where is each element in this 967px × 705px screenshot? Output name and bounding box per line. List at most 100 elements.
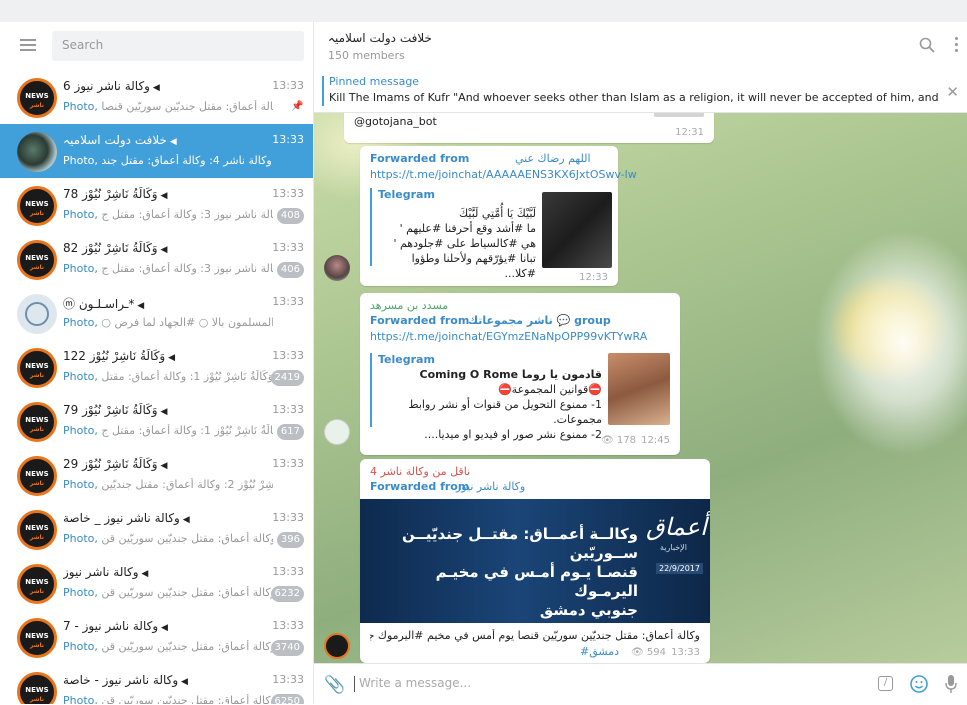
chat-name-text: وَكَالَةُ نَاشِرْ نُيُوْز 78 <box>63 187 158 201</box>
amaq-logo-text: أعماق <box>646 513 707 541</box>
message-input[interactable]: Write a message... <box>354 676 839 692</box>
chat-list-item[interactable]: NEWS ناشر ◀ وَكَالَةُ نَاشِرْ نُيُوْز 29 13… <box>0 448 313 502</box>
chat-preview: Photo, وكالة ناشر نيوز 3: وكالة أعماق: م… <box>63 208 273 224</box>
channel-avatar: NEWS ناشر <box>17 240 57 280</box>
emoji-icon[interactable] <box>909 674 929 694</box>
chat-time: 13:33 <box>272 187 304 200</box>
chat-name: ◀ وكالة ناشر نيوز 6 <box>63 79 273 95</box>
unread-badge: 396 <box>276 532 304 548</box>
chat-name: ◀ *ـراسـلـون ⓜ <box>63 295 273 311</box>
chat-list-item[interactable]: NEWS ناشر ◀ وَكَالَةُ نَاشِرْ نُيُوْز 79 13… <box>0 394 313 448</box>
channel-icon: ◀ <box>157 245 168 255</box>
chat-time: 13:33 <box>272 349 304 362</box>
chat-list-item[interactable]: NEWS ناشر ◀ وَكَالَةُ نَاشِرْ نُيُوْز 78 13… <box>0 178 313 232</box>
forward-source-name[interactable]: ناشر مجموعاتك 💬 group <box>468 314 611 327</box>
channel-avatar: NEWS ناشر <box>17 510 57 550</box>
message-sender[interactable]: ناقل من وكالة ناشر 4 <box>370 465 470 478</box>
chat-preview: Photo, وكالة أعماق: مقتل جنديّين سوريّين… <box>63 694 273 704</box>
bot-command-icon[interactable]: / <box>878 676 893 691</box>
preview-text: قادمون يا روما Coming O Rome ⛔قوانين الم… <box>378 367 602 442</box>
close-icon[interactable]: ✕ <box>946 83 959 101</box>
chat-preview: Photo, وَكَالَةُ نَاشِرْ نُيُوْز 1: وكال… <box>63 370 273 386</box>
headline-line: قنصـا يـوم أمـس في مخيـم اليرمـوك <box>435 563 638 600</box>
chat-name: ◀ خلافت دولت اسلامیہ <box>63 133 273 149</box>
chat-name-text: وَكَالَةُ نَاشِرْ نُيُوْز 122 <box>63 349 166 363</box>
chat-list-item[interactable]: NEWS ناشر ◀ وَكَالَةُ نَاشِرْ نُيُوْز 122 1… <box>0 340 313 394</box>
link-preview[interactable]: Telegram لَبَّيْكَ يَا أُمَّتِي لَبَّيْك… <box>370 188 612 280</box>
chat-name: ◀ وَكَالَةُ نَاشِرْ نُيُوْز 82 <box>63 241 273 257</box>
chat-name-text: وكالة ناشر نيوز <box>63 565 139 579</box>
channel-avatar <box>17 132 57 172</box>
forward-source-name[interactable]: اللهم رضاك عني <box>515 152 591 165</box>
chat-list-item[interactable]: NEWS ناشر ◀ وَكَالَةُ نَاشِرْ نُيُوْز 82 13… <box>0 232 313 286</box>
chat-preview: Photo, وكالة ناشر نيوز 3: وكالة أعماق: م… <box>63 262 273 278</box>
unread-badge: 6232 <box>270 586 304 602</box>
link-preview[interactable]: Telegram قادمون يا روما Coming O Rome ⛔ق… <box>370 353 672 441</box>
pinned-message-bar[interactable]: Pinned message Kill The Imams of Kufr "A… <box>314 70 967 113</box>
news-image[interactable]: أعماق الإخبارية 22/9/2017 وكالــة أعمــا… <box>360 499 710 623</box>
message-sender[interactable]: مسدد بن مسرهد <box>370 299 448 312</box>
view-count: 👁 178 <box>601 435 636 446</box>
chat-list-item[interactable]: NEWSناشر◀ وكالة ناشر نيوز13:33Photo, وكا… <box>0 556 313 610</box>
invite-link[interactable]: https://t.me/joinchat/AAAAAENS3KX6JxtOSw… <box>370 168 637 181</box>
channel-avatar: NEWS ناشر <box>17 348 57 388</box>
chat-preview: Photo, وَكَالَةُ نَاشِرْ نُيُوْز 2: وكال… <box>63 478 273 494</box>
pin-icon: 📌 <box>291 101 304 112</box>
chat-time: 13:33 <box>272 619 304 632</box>
microphone-icon[interactable] <box>945 674 957 694</box>
preview-sender: Photo, <box>63 586 98 599</box>
forwarded-from-label: Forwarded from <box>370 314 470 327</box>
more-options-icon[interactable] <box>953 37 959 55</box>
chat-list-item[interactable]: ◀ خلافت دولت اسلامیہ13:33Photo, ناقل من … <box>0 124 313 178</box>
search-input[interactable]: Search <box>52 31 304 61</box>
message-time: 12:33 <box>579 272 608 283</box>
invite-link[interactable]: https://t.me/joinchat/EGYmzENaNpOPP99vKT… <box>370 330 647 343</box>
chat-name-text: *ـراسـلـون ⓜ <box>63 297 135 311</box>
chat-time: 13:33 <box>272 79 304 92</box>
attach-icon[interactable]: 📎 <box>324 675 345 695</box>
chat-list-item[interactable]: NEWSناشر◀ وكالة ناشر نيوز 613:33Photo, و… <box>0 70 313 124</box>
preview-image <box>608 353 670 425</box>
chat-name: ◀ وَكَالَةُ نَاشِرْ نُيُوْز 78 <box>63 187 273 203</box>
unread-badge: 2419 <box>270 370 304 386</box>
channel-icon: ◀ <box>149 83 160 93</box>
preview-line: ⛔قوانين المجموعة⛔ <box>497 383 602 396</box>
sender-avatar[interactable] <box>324 633 350 659</box>
chat-list-item[interactable]: NEWS ناشر ◀ وكالة ناشر نيوز _ خاصة 13:33 Pho… <box>0 502 313 556</box>
chat-time: 13:33 <box>272 133 304 146</box>
search-icon[interactable] <box>919 37 935 53</box>
sidebar-header: Search <box>0 22 313 70</box>
preview-line: 2- ممنوع نشر صور او فيديو او ميديا.... <box>424 428 602 441</box>
chat-header: خلافت دولت اسلامیہ 150 members <box>314 22 967 71</box>
chat-list-item[interactable]: NEWS ناشر ◀ وكالة ناشر نيوز - خاصة 13:33 Pho… <box>0 664 313 704</box>
preview-text: لَبَّيْكَ يَا أُمَّتِي لَبَّيْكَ ما #أشد… <box>378 206 536 281</box>
chat-list-item[interactable]: ◀ *ـراسـلـون ⓜ13:33Photo, ○ أخذ #المسلمو… <box>0 286 313 340</box>
views-value: 178 <box>616 435 636 446</box>
sender-avatar[interactable] <box>324 419 350 445</box>
unread-badge: 3740 <box>270 640 304 656</box>
preview-sender: Photo, <box>63 262 98 275</box>
hashtag-link[interactable]: #دمشق <box>580 645 619 658</box>
chat-list-item[interactable]: NEWS ناشر ◀ وكالة ناشر نيوز - 7 13:33 Photo,… <box>0 610 313 664</box>
chat-name: ◀ وكالة ناشر نيوز - 7 <box>63 619 273 635</box>
channel-icon: ◀ <box>138 569 149 579</box>
forward-source-name[interactable]: وكالة ناشر نيوز <box>456 480 525 493</box>
chat-name: ◀ وَكَالَةُ نَاشِرْ نُيُوْز 79 <box>63 403 273 419</box>
chat-preview: Photo, وكالة أعماق: مقتل جنديّين سوريّين… <box>63 586 273 602</box>
sender-avatar[interactable] <box>324 255 350 281</box>
chat-list-sidebar: Search NEWS ناشر ◀ وكالة ناشر نيوز 6 13:33 P… <box>0 22 314 704</box>
chat-preview: Photo, وكالة أعماق: مقتل جنديّين سوريّين… <box>63 532 273 548</box>
forwarded-from-label: Forwarded from <box>370 152 470 165</box>
member-count: 150 members <box>328 49 405 62</box>
chat-title[interactable]: خلافت دولت اسلامیہ <box>328 31 432 45</box>
preview-sender: Photo, <box>63 370 98 383</box>
channel-avatar: NEWS ناشر <box>17 78 57 118</box>
pinned-label: Pinned message <box>329 75 420 88</box>
image-headline: وكالــة أعمــاق: مقتــل جنديّيــن ســوري… <box>378 525 638 620</box>
preview-sender: Photo, <box>63 694 98 704</box>
chat-name-text: وَكَالَةُ نَاشِرْ نُيُوْز 79 <box>63 403 158 417</box>
message-feed[interactable]: @gotojana_bot 12:31 اللهم رضاك عني Forwa… <box>314 113 967 663</box>
channel-icon: ◀ <box>179 515 190 525</box>
chat-name-text: خلافت دولت اسلامیہ <box>63 133 167 147</box>
hamburger-menu-icon[interactable] <box>20 39 36 51</box>
